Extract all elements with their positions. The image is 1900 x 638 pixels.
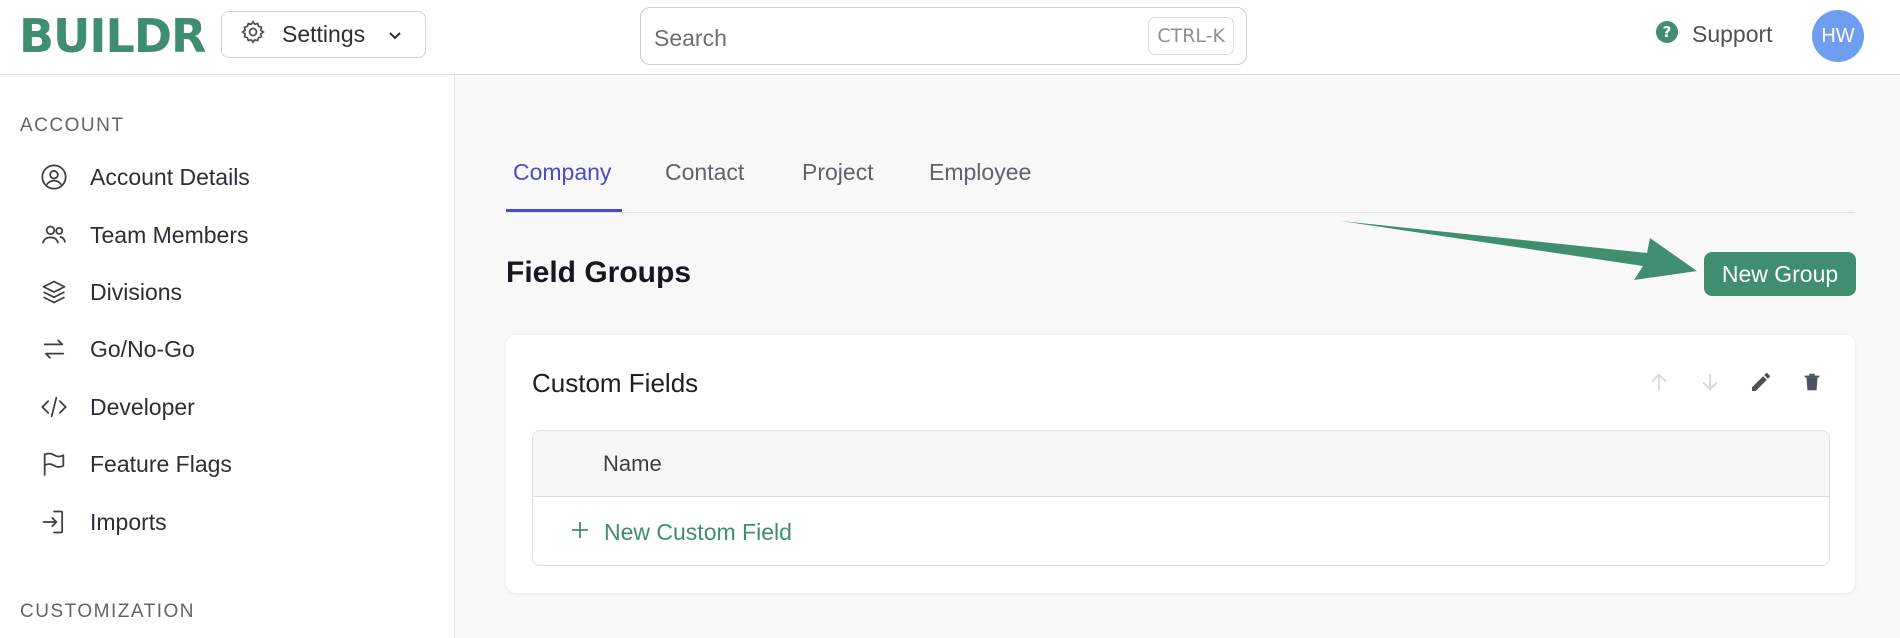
- column-header-name: Name: [603, 451, 662, 476]
- search-shortcut-badge: CTRL-K: [1148, 17, 1234, 55]
- sidebar-item-label: Developer: [90, 393, 195, 420]
- sidebar-item-developer[interactable]: Developer: [38, 387, 195, 427]
- page-title: Field Groups: [506, 256, 692, 289]
- sidebar-item-go-no-go[interactable]: Go/No-Go: [38, 329, 195, 369]
- table-header: Name: [533, 431, 1829, 497]
- section-label-account: ACCOUNT: [20, 115, 125, 136]
- sidebar-item-feature-flags[interactable]: Feature Flags: [38, 444, 232, 484]
- users-icon: [38, 219, 70, 251]
- avatar[interactable]: HW: [1812, 10, 1864, 62]
- logo[interactable]: BUILDR: [19, 11, 206, 61]
- import-icon: [38, 506, 70, 538]
- active-tab-indicator: [506, 209, 622, 212]
- svg-text:?: ?: [1663, 23, 1672, 41]
- sidebar-item-label: Feature Flags: [90, 450, 232, 477]
- top-bar: BUILDR Settings Search CTRL-K ? Support …: [0, 0, 1900, 75]
- arrow-up-icon[interactable]: [1646, 369, 1672, 395]
- tab-project[interactable]: Project: [802, 159, 874, 186]
- code-icon: [38, 391, 70, 423]
- arrow-down-icon[interactable]: [1697, 369, 1723, 395]
- custom-fields-table: Name New Custom Field: [532, 430, 1830, 566]
- sidebar: ACCOUNT Account Details Team Members Div…: [0, 75, 455, 638]
- sidebar-item-label: Divisions: [90, 278, 183, 305]
- new-custom-field-button[interactable]: New Custom Field: [570, 519, 792, 546]
- layers-icon: [38, 276, 70, 308]
- trash-icon[interactable]: [1799, 369, 1825, 395]
- tab-contact[interactable]: Contact: [665, 159, 744, 186]
- tab-company[interactable]: Company: [513, 159, 611, 186]
- sidebar-item-label: Account Details: [90, 163, 250, 190]
- pencil-icon[interactable]: [1748, 369, 1774, 395]
- support-label: Support: [1692, 21, 1773, 47]
- help-icon: ?: [1655, 20, 1679, 49]
- chevron-down-icon: [387, 27, 403, 48]
- plus-icon: [570, 520, 590, 545]
- sidebar-item-label: Go/No-Go: [90, 335, 195, 362]
- sidebar-item-team-members[interactable]: Team Members: [38, 215, 248, 255]
- flag-icon: [38, 448, 70, 480]
- sidebar-item-label: Team Members: [90, 221, 249, 248]
- entity-tabs: Company Contact Project Employee: [506, 145, 1855, 213]
- annotation-arrow: [1341, 221, 1697, 280]
- field-group-card: Custom Fields Name New Custom Field: [506, 335, 1855, 593]
- arrows-swap-icon: [38, 333, 70, 365]
- section-label-customization: CUSTOMIZATION: [20, 601, 196, 622]
- search-input[interactable]: Search CTRL-K: [640, 7, 1247, 65]
- user-circle-icon: [38, 161, 70, 193]
- new-custom-field-label: New Custom Field: [604, 519, 792, 545]
- sidebar-item-account-details[interactable]: Account Details: [38, 157, 250, 197]
- settings-dropdown[interactable]: Settings: [221, 11, 426, 58]
- settings-label: Settings: [282, 21, 366, 47]
- sidebar-item-label: Imports: [90, 508, 167, 535]
- tab-employee[interactable]: Employee: [929, 159, 1031, 186]
- search-placeholder: Search: [654, 25, 727, 51]
- support-link[interactable]: ? Support: [1655, 20, 1773, 49]
- new-group-button[interactable]: New Group: [1704, 252, 1856, 296]
- sidebar-item-divisions[interactable]: Divisions: [38, 272, 182, 312]
- sidebar-item-imports[interactable]: Imports: [38, 502, 167, 542]
- group-actions: [1646, 369, 1825, 395]
- group-title: Custom Fields: [532, 368, 699, 398]
- table-row: New Custom Field: [533, 497, 1829, 565]
- gear-icon: [240, 19, 266, 50]
